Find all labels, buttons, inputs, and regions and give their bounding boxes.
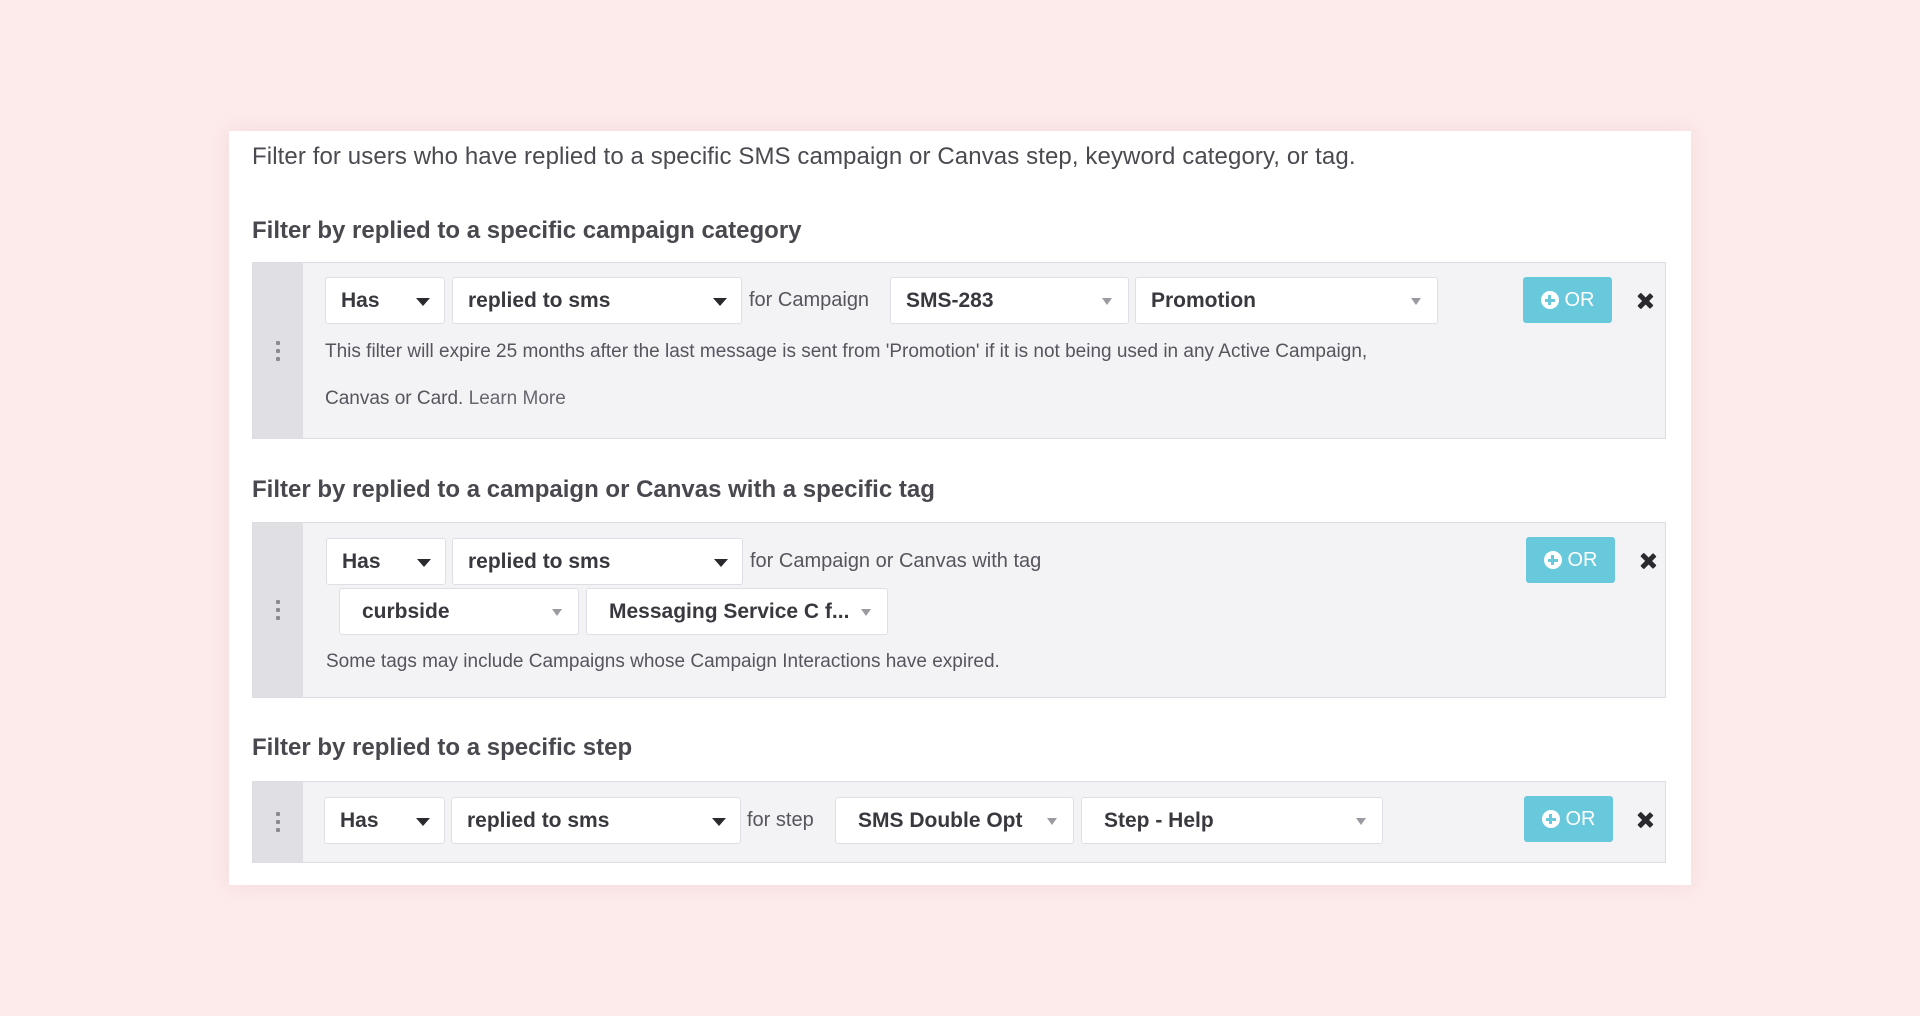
or-button[interactable]: OR [1526, 537, 1615, 583]
plus-circle-icon [1541, 810, 1560, 828]
caret-down-icon [417, 558, 431, 567]
has-select[interactable]: Has [326, 538, 446, 585]
drag-handle-icon [276, 600, 280, 620]
caret-down-icon [1102, 297, 1112, 305]
or-button-label: OR [1565, 807, 1596, 830]
canvas-select-value: SMS Double Opt [858, 808, 1023, 832]
campaign-or-canvas-select[interactable]: Messaging Service C f... [586, 588, 888, 635]
caret-down-icon [713, 297, 727, 306]
has-select[interactable]: Has [325, 277, 445, 324]
drag-handle[interactable] [253, 523, 303, 697]
section-heading-step: Filter by replied to a specific step [252, 734, 633, 761]
intro-text: Filter for users who have replied to a s… [252, 143, 1356, 170]
has-select-value: Has [341, 288, 380, 312]
drag-handle[interactable] [253, 263, 303, 438]
filter-help-card: Filter for users who have replied to a s… [229, 131, 1691, 885]
category-select[interactable]: Promotion [1135, 277, 1438, 324]
remove-filter-close-icon[interactable] [1635, 810, 1655, 830]
action-select-value: replied to sms [468, 549, 611, 573]
or-button-label: OR [1564, 288, 1595, 311]
connector-label: for step [747, 809, 814, 831]
caret-down-icon [552, 608, 562, 616]
filter-box-campaign-category: Has replied to sms for Campaign SMS-283 … [252, 262, 1666, 439]
or-button-label: OR [1567, 548, 1598, 571]
caret-down-icon [1411, 297, 1421, 305]
action-select[interactable]: replied to sms [451, 797, 741, 844]
drag-handle-icon [276, 812, 280, 832]
campaign-select[interactable]: SMS-283 [890, 277, 1129, 324]
step-select-value: Step - Help [1104, 808, 1214, 832]
drag-handle[interactable] [253, 782, 303, 862]
has-select[interactable]: Has [324, 797, 445, 844]
caret-down-icon [712, 817, 726, 826]
action-select-value: replied to sms [467, 808, 610, 832]
has-select-value: Has [340, 808, 379, 832]
or-button[interactable]: OR [1523, 277, 1612, 323]
plus-circle-icon [1543, 551, 1562, 569]
filter-box-step: Has replied to sms for step SMS Double O… [252, 781, 1666, 863]
caret-down-icon [714, 558, 728, 567]
plus-circle-icon [1540, 291, 1559, 309]
section-heading-campaign-category: Filter by replied to a specific campaign… [252, 217, 802, 244]
caret-down-icon [1047, 817, 1057, 825]
action-select[interactable]: replied to sms [452, 277, 742, 324]
tags-note: Some tags may include Campaigns whose Ca… [326, 651, 1000, 672]
canvas-select[interactable]: SMS Double Opt [835, 797, 1074, 844]
tag-select[interactable]: curbside [339, 588, 579, 635]
expiry-note-line1: This filter will expire 25 months after … [325, 341, 1368, 362]
caret-down-icon [416, 297, 430, 306]
expiry-note-line2: Canvas or Card. Learn More [325, 388, 566, 410]
caret-down-icon [416, 817, 430, 826]
filter-box-tag: Has replied to sms for Campaign or Canva… [252, 522, 1666, 698]
caret-down-icon [861, 608, 871, 616]
remove-filter-close-icon[interactable] [1635, 291, 1655, 311]
connector-label: for Campaign [749, 289, 870, 311]
has-select-value: Has [342, 549, 381, 573]
action-select[interactable]: replied to sms [452, 538, 743, 585]
connector-label: for Campaign or Canvas with tag [750, 550, 1042, 572]
tag-select-value: curbside [362, 599, 450, 623]
learn-more-link[interactable]: Learn More [469, 388, 566, 409]
expiry-note-text: Canvas or Card. [325, 388, 464, 409]
section-heading-tag: Filter by replied to a campaign or Canva… [252, 476, 935, 503]
remove-filter-close-icon[interactable] [1638, 551, 1658, 571]
or-button[interactable]: OR [1524, 796, 1613, 842]
drag-handle-icon [276, 340, 280, 361]
action-select-value: replied to sms [468, 288, 611, 312]
campaign-or-canvas-select-value: Messaging Service C f... [609, 599, 850, 623]
step-select[interactable]: Step - Help [1081, 797, 1383, 844]
category-select-value: Promotion [1151, 288, 1256, 312]
campaign-select-value: SMS-283 [906, 288, 994, 312]
caret-down-icon [1356, 817, 1366, 825]
